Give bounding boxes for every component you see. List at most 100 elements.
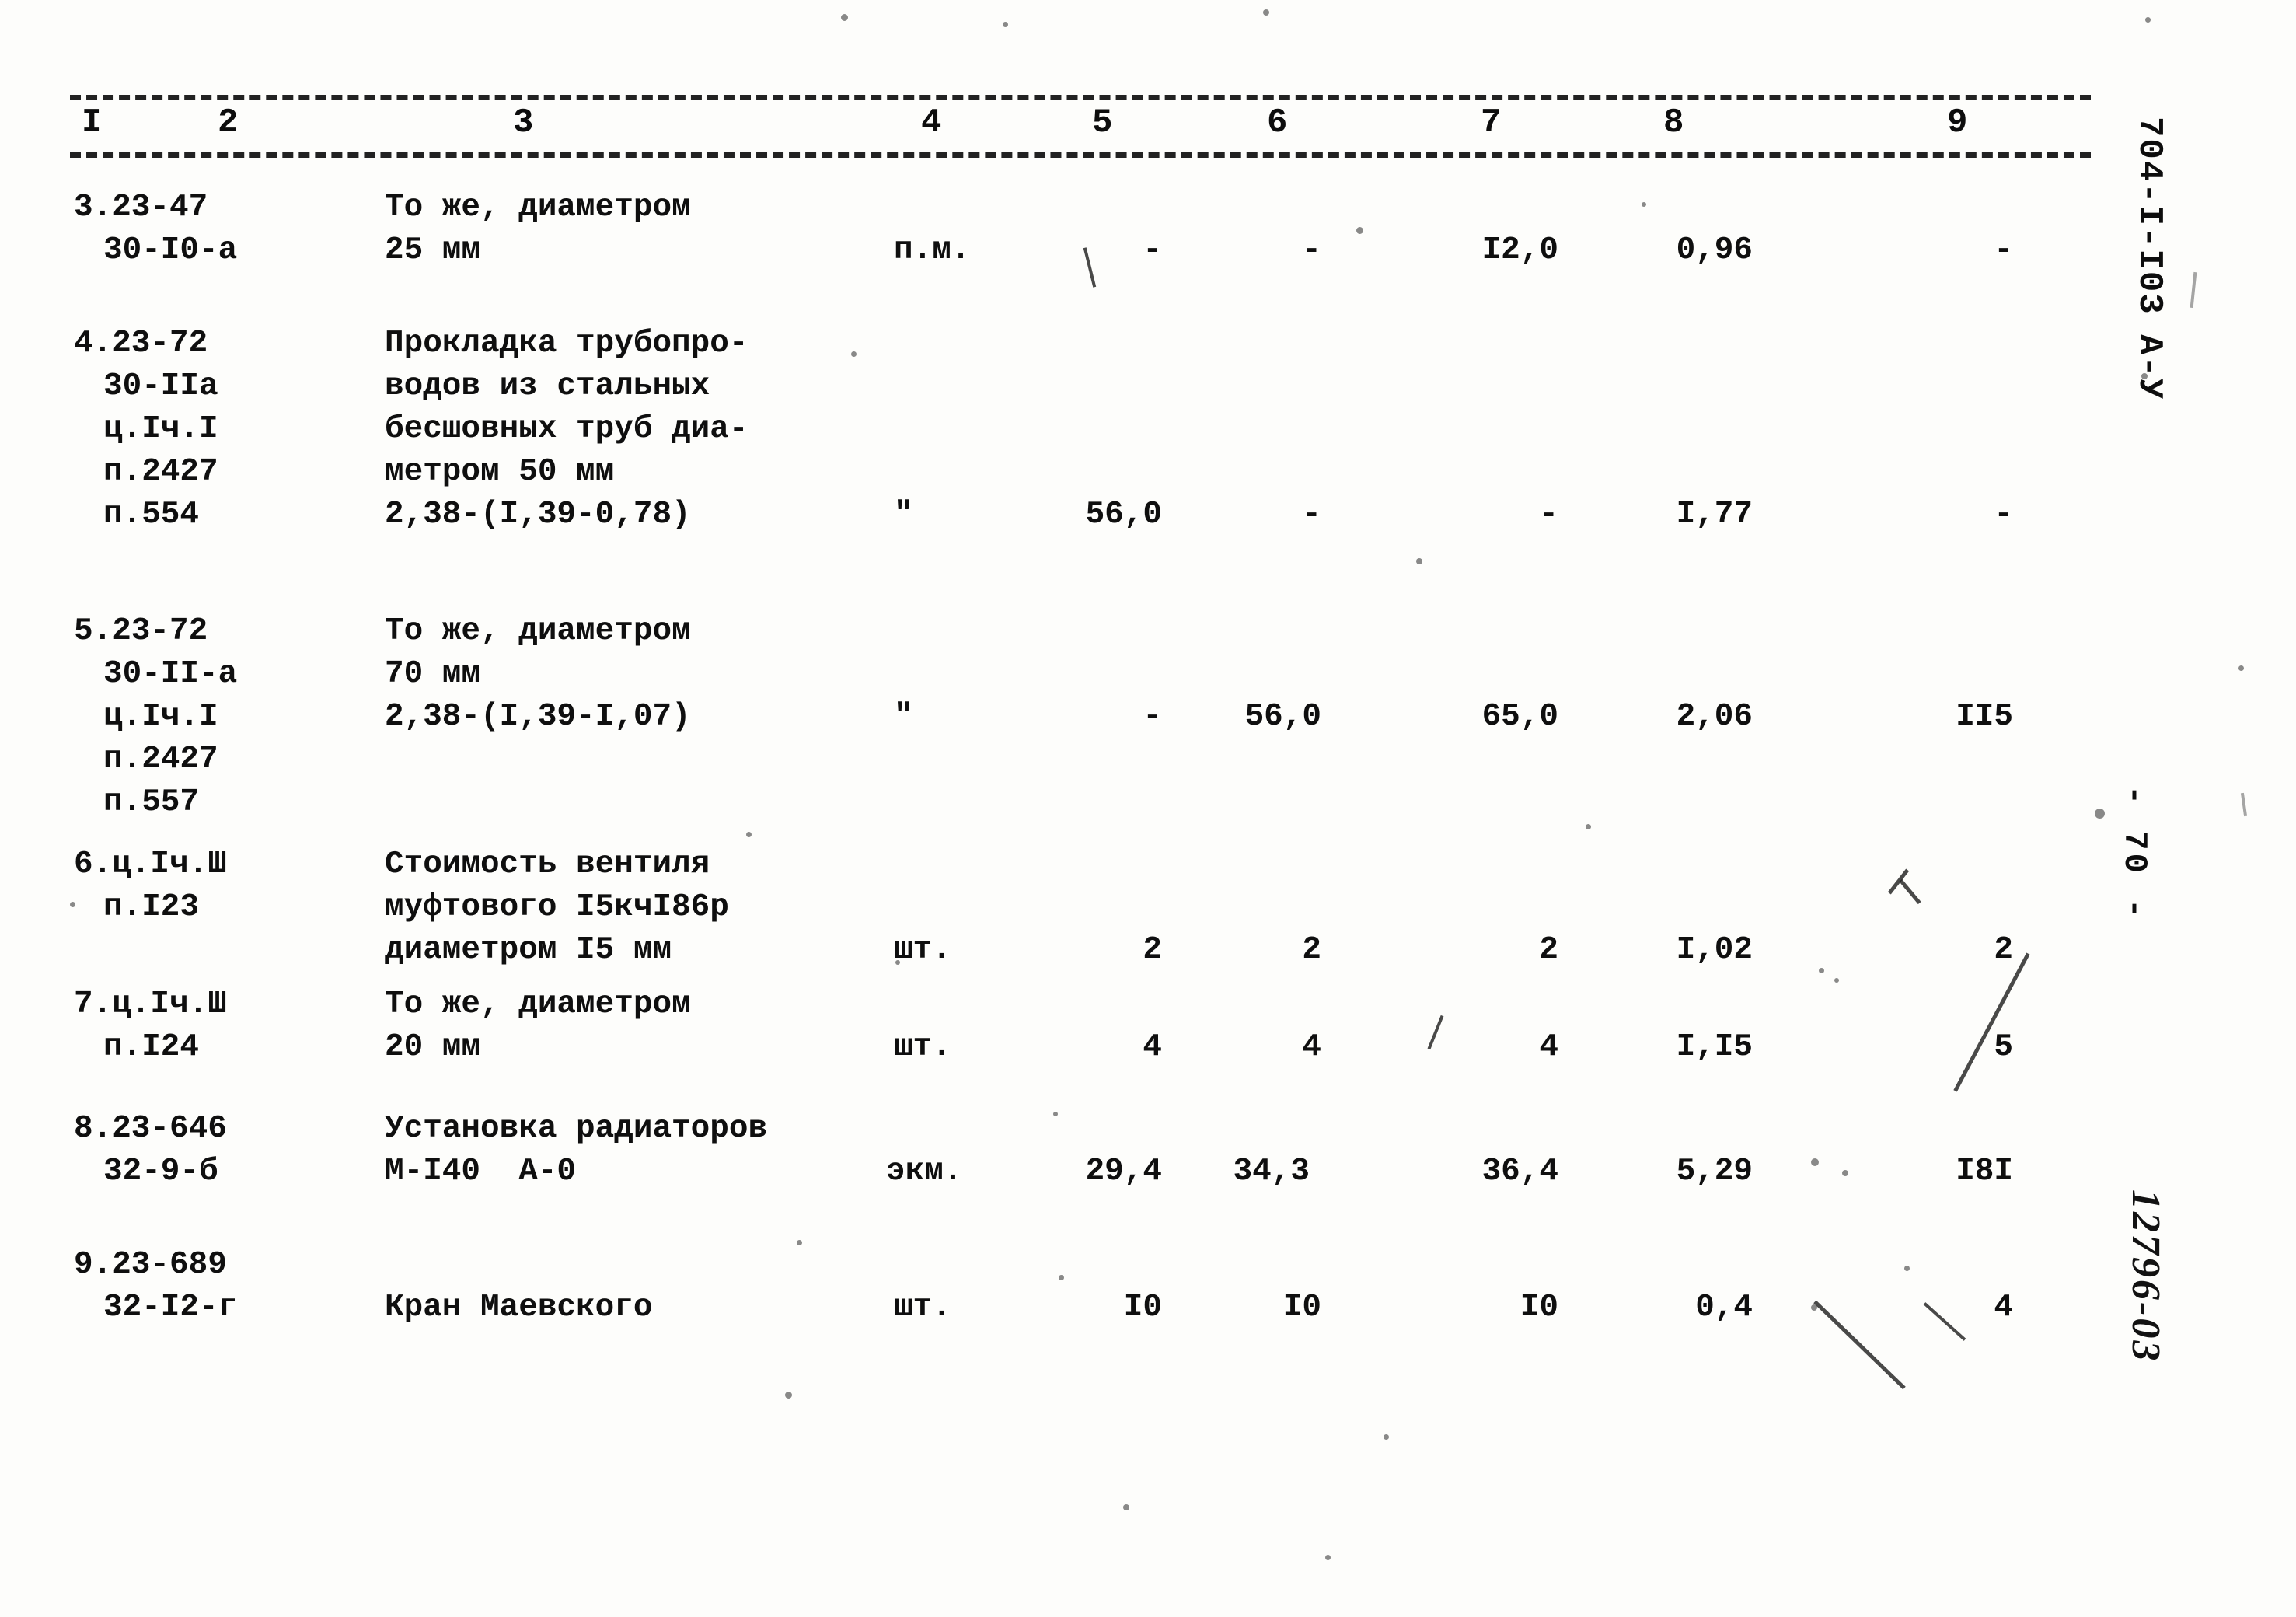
row-unit: п.м. — [894, 232, 971, 268]
scan-speck — [1819, 968, 1824, 973]
row-value-col8: I,02 — [1676, 932, 1753, 968]
column-header-3: 3 — [505, 106, 542, 140]
scan-speck — [1356, 227, 1363, 234]
scan-smudge — [2240, 792, 2248, 817]
scan-speck — [1842, 1170, 1848, 1176]
scan-speck — [2141, 373, 2148, 379]
scan-speck — [1642, 202, 1646, 207]
row-value-col7: 2 — [1539, 932, 1558, 968]
row-value-col6: 34,3 — [1233, 1154, 1310, 1189]
pen-arrow-stroke — [1813, 1300, 1906, 1390]
scan-speck — [1325, 1555, 1331, 1560]
row-unit: " — [894, 699, 913, 735]
column-header-4: 4 — [913, 106, 950, 140]
row-value-col5: I0 — [1123, 1290, 1162, 1325]
row-code: 3.23-47 30-I0-a — [74, 190, 238, 268]
scan-speck — [746, 832, 752, 837]
column-header-8: 8 — [1656, 106, 1692, 140]
scan-speck — [1123, 1504, 1129, 1510]
row-value-col7: 4 — [1539, 1029, 1558, 1065]
row-description: То же, диаметром 25 мм — [385, 190, 691, 268]
row-code: 5.23-72 30-II-а ц.Iч.I п.2427 п.557 — [74, 613, 238, 820]
row-value-col9: 2 — [1994, 932, 2013, 968]
row-code: 6.ц.Iч.Ш п.I23 — [74, 847, 227, 925]
row-value-col7: I0 — [1520, 1290, 1558, 1325]
handwritten-number-vertical: 12796-03 — [2123, 1189, 2168, 1364]
row-value-col9: I8I — [1956, 1154, 2013, 1189]
scan-speck — [851, 351, 857, 357]
row-unit: шт. — [894, 932, 951, 968]
scan-speck — [1053, 1112, 1058, 1116]
row-value-col7: - — [1539, 497, 1558, 533]
row-description: Стоимость вентиля муфтового I5кчI86р диаме… — [385, 847, 729, 968]
column-header-6: 6 — [1259, 106, 1296, 140]
column-header-2: 2 — [210, 106, 246, 140]
row-value-col7: 65,0 — [1481, 699, 1558, 735]
row-value-col6: - — [1302, 232, 1321, 268]
scan-speck — [1416, 558, 1422, 564]
pen-stroke-mark — [1899, 878, 1921, 905]
scan-speck — [1811, 1158, 1819, 1166]
scan-speck — [1384, 1434, 1389, 1440]
row-value-col9: - — [1994, 232, 2013, 268]
scan-speck — [2238, 665, 2244, 671]
row-value-col6: 56,0 — [1244, 699, 1321, 735]
pen-arrow-stroke — [1953, 952, 2030, 1092]
row-value-col6: I0 — [1282, 1290, 1321, 1325]
scan-speck — [1263, 9, 1269, 16]
page-number-vertical: - 70 - — [2116, 785, 2153, 922]
scan-speck — [2095, 808, 2105, 819]
document-series-vertical: А-У — [2130, 334, 2169, 401]
column-header-1: I — [74, 106, 110, 140]
row-description: Прокладка трубопро-водов из стальных бесш… — [385, 326, 748, 533]
scan-speck — [2145, 17, 2151, 23]
row-description: Установка радиаторов М-I40 А-0 — [385, 1111, 768, 1189]
row-value-col9: II5 — [1956, 699, 2013, 735]
row-unit: шт. — [894, 1290, 951, 1325]
scan-speck — [1904, 1266, 1910, 1271]
row-description: Кран Маевского — [385, 1290, 653, 1325]
row-code: 8.23-646 32-9-б — [74, 1111, 227, 1189]
row-value-col5: 56,0 — [1085, 497, 1162, 533]
scan-speck — [70, 902, 75, 907]
row-value-col5: 29,4 — [1085, 1154, 1162, 1189]
scan-speck — [1586, 824, 1591, 829]
row-unit: экм. — [886, 1154, 963, 1189]
row-code: 9.23-689 32-I2-г — [74, 1247, 238, 1325]
row-value-col8: 0,4 — [1695, 1290, 1753, 1325]
row-value-col9: 4 — [1994, 1290, 2013, 1325]
row-value-col9: 5 — [1994, 1029, 2013, 1065]
row-value-col9: - — [1994, 497, 2013, 533]
row-value-col8: I,77 — [1676, 497, 1753, 533]
scan-speck — [1003, 22, 1008, 27]
column-header-5: 5 — [1084, 106, 1121, 140]
scan-speck — [1811, 1304, 1817, 1311]
row-value-col5: 4 — [1143, 1029, 1162, 1065]
row-description: То же, диаметром 20 мм — [385, 987, 691, 1065]
table-header-rule-top — [70, 95, 2091, 100]
row-code: 7.ц.Iч.Ш п.I24 — [74, 987, 227, 1065]
scan-speck — [797, 1240, 802, 1245]
scan-speck — [785, 1392, 792, 1399]
row-value-col5: - — [1143, 699, 1162, 735]
scanned-document-page: I 2 3 4 5 6 7 8 9 3.23-47 30-I0-a То же, … — [0, 0, 2296, 1617]
row-unit: шт. — [894, 1029, 951, 1065]
document-code-vertical: 704-I-I03 — [2130, 117, 2169, 316]
table-header-rule-bottom — [70, 152, 2091, 158]
row-code: 4.23-72 30-IIа ц.Iч.I п.2427 п.554 — [74, 326, 218, 533]
row-value-col6: 4 — [1302, 1029, 1321, 1065]
row-value-col5: - — [1143, 232, 1162, 268]
row-value-col8: 5,29 — [1676, 1154, 1753, 1189]
row-value-col6: - — [1302, 497, 1321, 533]
scan-speck — [841, 14, 848, 21]
row-value-col8: 0,96 — [1676, 232, 1753, 268]
row-value-col7: I2,0 — [1481, 232, 1558, 268]
row-value-col8: I,I5 — [1676, 1029, 1753, 1065]
row-description: То же, диаметром 70 мм 2,38-(I,39-I,07) — [385, 613, 691, 735]
column-header-9: 9 — [1939, 106, 1976, 140]
scan-speck — [1834, 978, 1839, 983]
row-value-col8: 2,06 — [1676, 699, 1753, 735]
scan-speck — [895, 960, 900, 965]
scan-smudge — [2190, 271, 2197, 309]
row-unit: " — [894, 497, 913, 533]
